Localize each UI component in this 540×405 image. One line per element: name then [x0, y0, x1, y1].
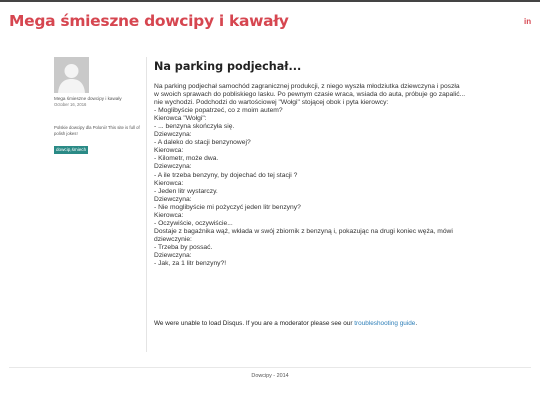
avatar	[54, 57, 89, 93]
post-line: - Trzeba by possać.	[154, 243, 213, 251]
post-line: Kierowca "Wołgi":	[154, 115, 207, 123]
author-date: October 16, 2016	[54, 102, 87, 107]
author-bio: Polskie dowcipy dla Polonii! This site i…	[54, 125, 140, 136]
site-title[interactable]: Mega śmieszne dowcipy i kawały	[9, 12, 289, 30]
post-body: Na parking podjechał samochód zagraniczn…	[154, 83, 489, 268]
linkedin-icon[interactable]: in	[524, 17, 531, 26]
post-line: - A ile trzeba benzyny, by dojechać do t…	[154, 171, 298, 179]
post-line: - ... benzyna skończyła się.	[154, 123, 235, 131]
disqus-error: We were unable to load Disqus. If you ar…	[154, 320, 417, 327]
post-line: nie wychodzi. Podchodzi do wartościowej …	[154, 99, 389, 107]
post-line: - Oczywiście, oczywiście...	[154, 219, 233, 227]
user-silhouette-icon	[54, 57, 89, 93]
post-line: - Jeden litr wystarczy.	[154, 187, 218, 195]
post-line: - Kilometr, może dwa.	[154, 155, 219, 163]
post-line: Dziewczyna:	[154, 131, 192, 139]
post-line: - Jak, za 1 litr benzyny?!	[154, 260, 227, 268]
troubleshooting-link[interactable]: troubleshooting guide	[354, 320, 415, 327]
post-title: Na parking podjechał...	[154, 60, 302, 73]
post-line: dziewczynie:	[154, 235, 192, 243]
footer-divider	[9, 367, 531, 368]
tag-badge[interactable]: dowcip,śmiech	[54, 146, 89, 154]
author-name[interactable]: Mega śmieszne dowcipy i kawały	[54, 96, 122, 101]
disqus-period: .	[415, 320, 418, 327]
post-line: Dziewczyna:	[154, 195, 192, 203]
post-line: Dziewczyna:	[154, 251, 192, 259]
footer-text: Dowcipy - 2014	[251, 373, 289, 379]
post-line: Na parking podjechał samochód zagraniczn…	[154, 83, 460, 90]
post-line: - Moglibyście popatrzeć, co z moim autem…	[154, 107, 283, 115]
disqus-message: We were unable to load Disqus. If you ar…	[154, 320, 355, 327]
post-line: Dziewczyna:	[154, 163, 192, 171]
top-bar	[0, 0, 540, 2]
post-line: - Nie moglibyście mi pożyczyć jeden litr…	[154, 203, 301, 211]
post-line: Kierowca:	[154, 179, 184, 187]
column-divider	[146, 57, 147, 352]
post-line: - A daleko do stacji benzynowej?	[154, 139, 251, 147]
post-line: Kierowca:	[154, 211, 184, 219]
post-line: Kierowca:	[154, 147, 184, 155]
post-line: w swoich sprawach do pobliskiego lasku. …	[154, 91, 466, 99]
post-line: Dostaje z bagażnika wąż, wkłada w swój z…	[154, 227, 453, 235]
